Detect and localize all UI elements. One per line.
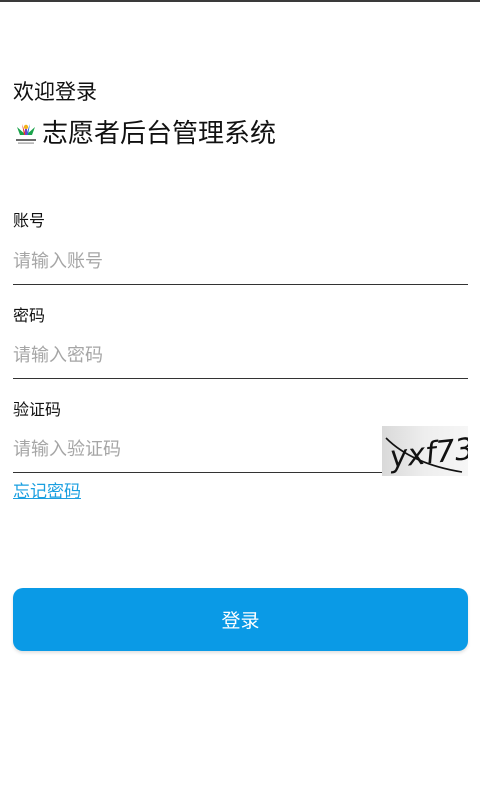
login-page: 欢迎登录 志愿者后台管理系统 账号 密码 验证码 yxf7 (0, 0, 480, 800)
welcome-text: 欢迎登录 (13, 80, 97, 104)
volunteer-logo-icon (13, 121, 39, 147)
captcha-image[interactable]: yxf73 (382, 426, 468, 476)
login-button[interactable]: 登录 (13, 588, 468, 651)
forgot-password-link[interactable]: 忘记密码 (13, 480, 81, 504)
captcha-label: 验证码 (13, 400, 62, 419)
account-input[interactable] (13, 239, 468, 285)
password-input[interactable] (13, 333, 468, 379)
app-title: 志愿者后台管理系统 (42, 119, 277, 149)
account-label: 账号 (13, 211, 46, 230)
brand-header: 志愿者后台管理系统 (13, 116, 276, 152)
password-label: 密码 (13, 306, 46, 325)
